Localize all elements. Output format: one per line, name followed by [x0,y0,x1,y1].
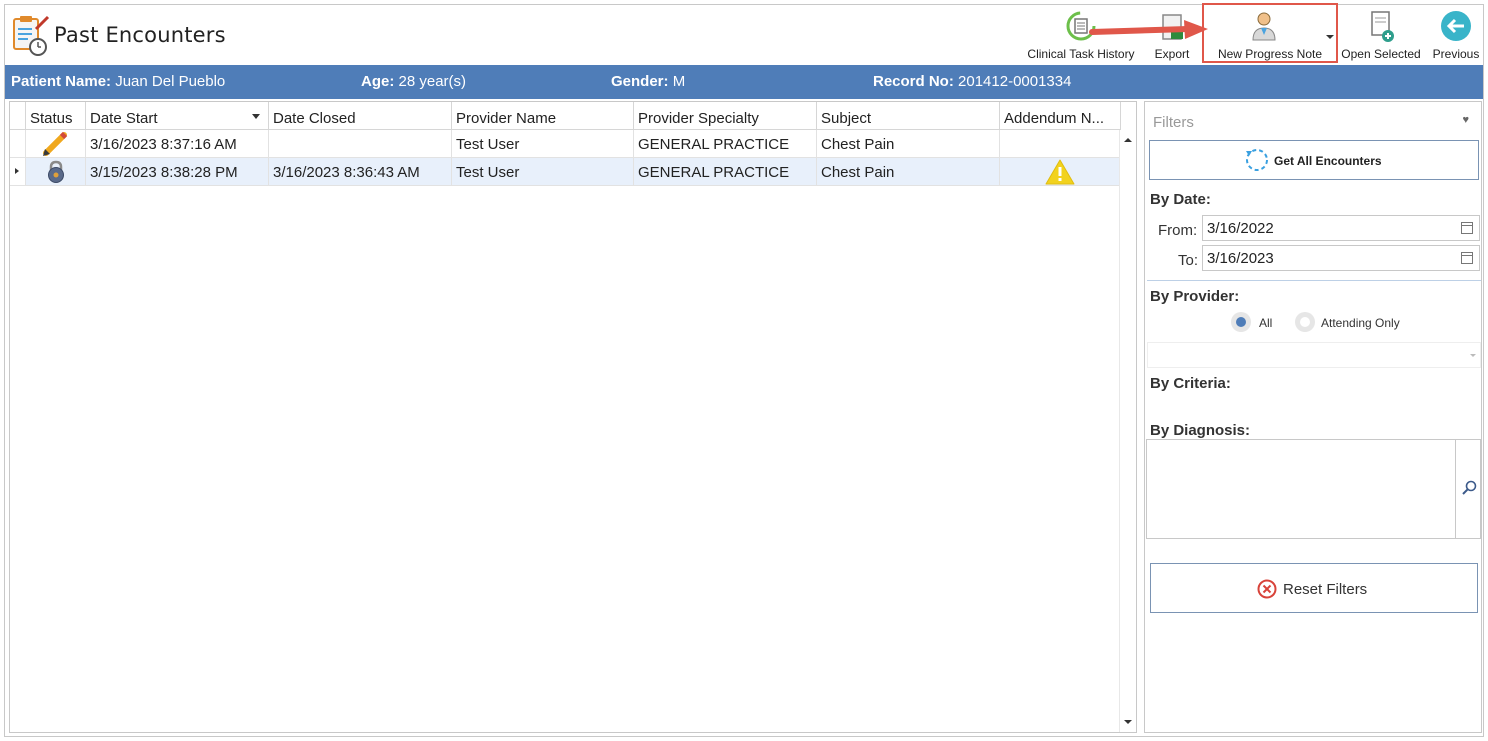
previous-button[interactable]: Previous [1429,5,1483,65]
subject-cell: Chest Pain [817,130,1000,158]
patient-record-label: Record No: [873,73,954,90]
addendum-cell [1000,158,1121,186]
current-row-icon [15,168,19,174]
to-label: To: [1178,252,1199,269]
calendar-icon[interactable] [1461,222,1473,234]
radio-dot [1236,317,1246,327]
refresh-icon [1246,149,1268,171]
by-criteria-label: By Criteria: [1150,375,1231,392]
arrow-annotation [1089,20,1208,39]
encounters-grid: Status Date Start Date Closed Provider N… [9,101,1137,733]
col-provider-specialty[interactable]: Provider Specialty [634,102,817,130]
radio-all[interactable] [1231,312,1251,332]
sort-desc-icon [252,114,260,119]
by-date-label: By Date: [1150,191,1211,208]
filters-title: Filters [1153,114,1194,131]
top-toolbar: Past Encounters Clinical Task History Ex… [5,3,1483,65]
page-title: Past Encounters [54,23,226,47]
specialty-cell: GENERAL PRACTICE [634,158,817,186]
provider-cell: Test User [452,130,634,158]
table-row[interactable]: 3/15/2023 8:38:28 PM 3/16/2023 8:36:43 A… [10,158,1122,186]
patient-gender: Gender: M [611,73,685,90]
addendum-cell [1000,130,1121,158]
radio-all-label: All [1259,316,1273,330]
subject-cell: Chest Pain [817,158,1000,186]
patient-name-value: Juan Del Pueblo [115,73,226,90]
date-start-cell: 3/16/2023 8:37:16 AM [86,130,269,158]
patient-name: Patient Name: Juan Del Pueblo [11,73,225,90]
warning-icon [1045,159,1075,185]
highlight-box [1202,3,1338,63]
row-indicator [10,130,26,158]
col-provider-name[interactable]: Provider Name [452,102,634,130]
clipboard-clock-icon [13,15,50,56]
patient-record-value: 201412-0001334 [958,73,1072,90]
patient-age-label: Age: [361,73,395,90]
patient-age: Age: 28 year(s) [361,73,466,90]
from-label: From: [1158,222,1198,239]
col-date-start[interactable]: Date Start [86,102,269,130]
section-divider [1147,280,1481,281]
chevron-down-icon [1470,354,1476,357]
col-date-closed[interactable]: Date Closed [269,102,452,130]
diagnosis-list[interactable] [1146,439,1456,539]
radio-attending-only-label: Attending Only [1321,316,1400,330]
date-closed-cell [269,130,452,158]
reset-filters-button[interactable]: Reset Filters [1150,563,1478,613]
patient-gender-label: Gender: [611,73,669,90]
open-selected-label: Open Selected [1341,47,1421,61]
get-all-encounters-button[interactable]: Get All Encounters [1149,140,1479,180]
patient-name-label: Patient Name: [11,73,112,90]
get-all-label: Get All Encounters [1274,154,1382,168]
col-addendum[interactable]: Addendum N... [1000,102,1121,130]
reset-filters-label: Reset Filters [1283,581,1368,598]
diagnosis-search-button[interactable] [1455,439,1481,539]
grid-scrollbar[interactable] [1119,130,1136,732]
provider-select[interactable] [1147,342,1481,368]
by-provider-label: By Provider: [1150,288,1240,305]
date-closed-cell: 3/16/2023 8:36:43 AM [269,158,452,186]
scroll-down-icon[interactable] [1124,720,1132,724]
row-indicator-header [10,102,26,130]
date-start-cell: 3/15/2023 8:38:28 PM [86,158,269,186]
open-selected-button[interactable]: Open Selected [1341,5,1421,65]
radio-dot [1300,317,1310,327]
provider-cell: Test User [452,158,634,186]
radio-attending-only[interactable] [1295,312,1315,332]
col-date-start-label: Date Start [90,110,158,127]
clinical-task-history-label: Clinical Task History [1027,47,1135,61]
by-diagnosis-label: By Diagnosis: [1150,422,1251,439]
scroll-up-icon[interactable] [1124,138,1132,142]
calendar-icon[interactable] [1461,252,1473,264]
patient-gender-value: M [672,73,686,90]
past-encounters-window: Past Encounters Clinical Task History Ex… [4,3,1484,737]
status-cell [26,158,86,186]
open-document-icon [1371,11,1394,42]
row-indicator [10,158,26,186]
col-status[interactable]: Status [26,102,86,130]
clear-icon [1257,579,1277,599]
table-row[interactable]: 3/16/2023 8:37:16 AM Test User GENERAL P… [10,130,1122,158]
export-label: Export [1154,47,1190,61]
patient-info-bar: Patient Name: Juan Del Pueblo Age: 28 ye… [5,65,1483,99]
previous-label: Previous [1432,47,1480,61]
specialty-cell: GENERAL PRACTICE [634,130,817,158]
filters-panel: Filters ♥ Get All Encounters By Date: Fr… [1144,101,1482,733]
pin-icon[interactable]: ♥ [1462,114,1469,126]
lock-icon [48,160,64,183]
back-arrow-icon [1441,11,1471,41]
status-cell [26,130,86,158]
search-icon [1462,480,1477,495]
patient-record: Record No: 201412-0001334 [873,73,1071,90]
patient-age-value: 28 year(s) [398,73,467,90]
col-subject[interactable]: Subject [817,102,1000,130]
pencil-icon [43,131,68,156]
from-date-input[interactable] [1202,215,1480,241]
to-date-input[interactable] [1202,245,1480,271]
